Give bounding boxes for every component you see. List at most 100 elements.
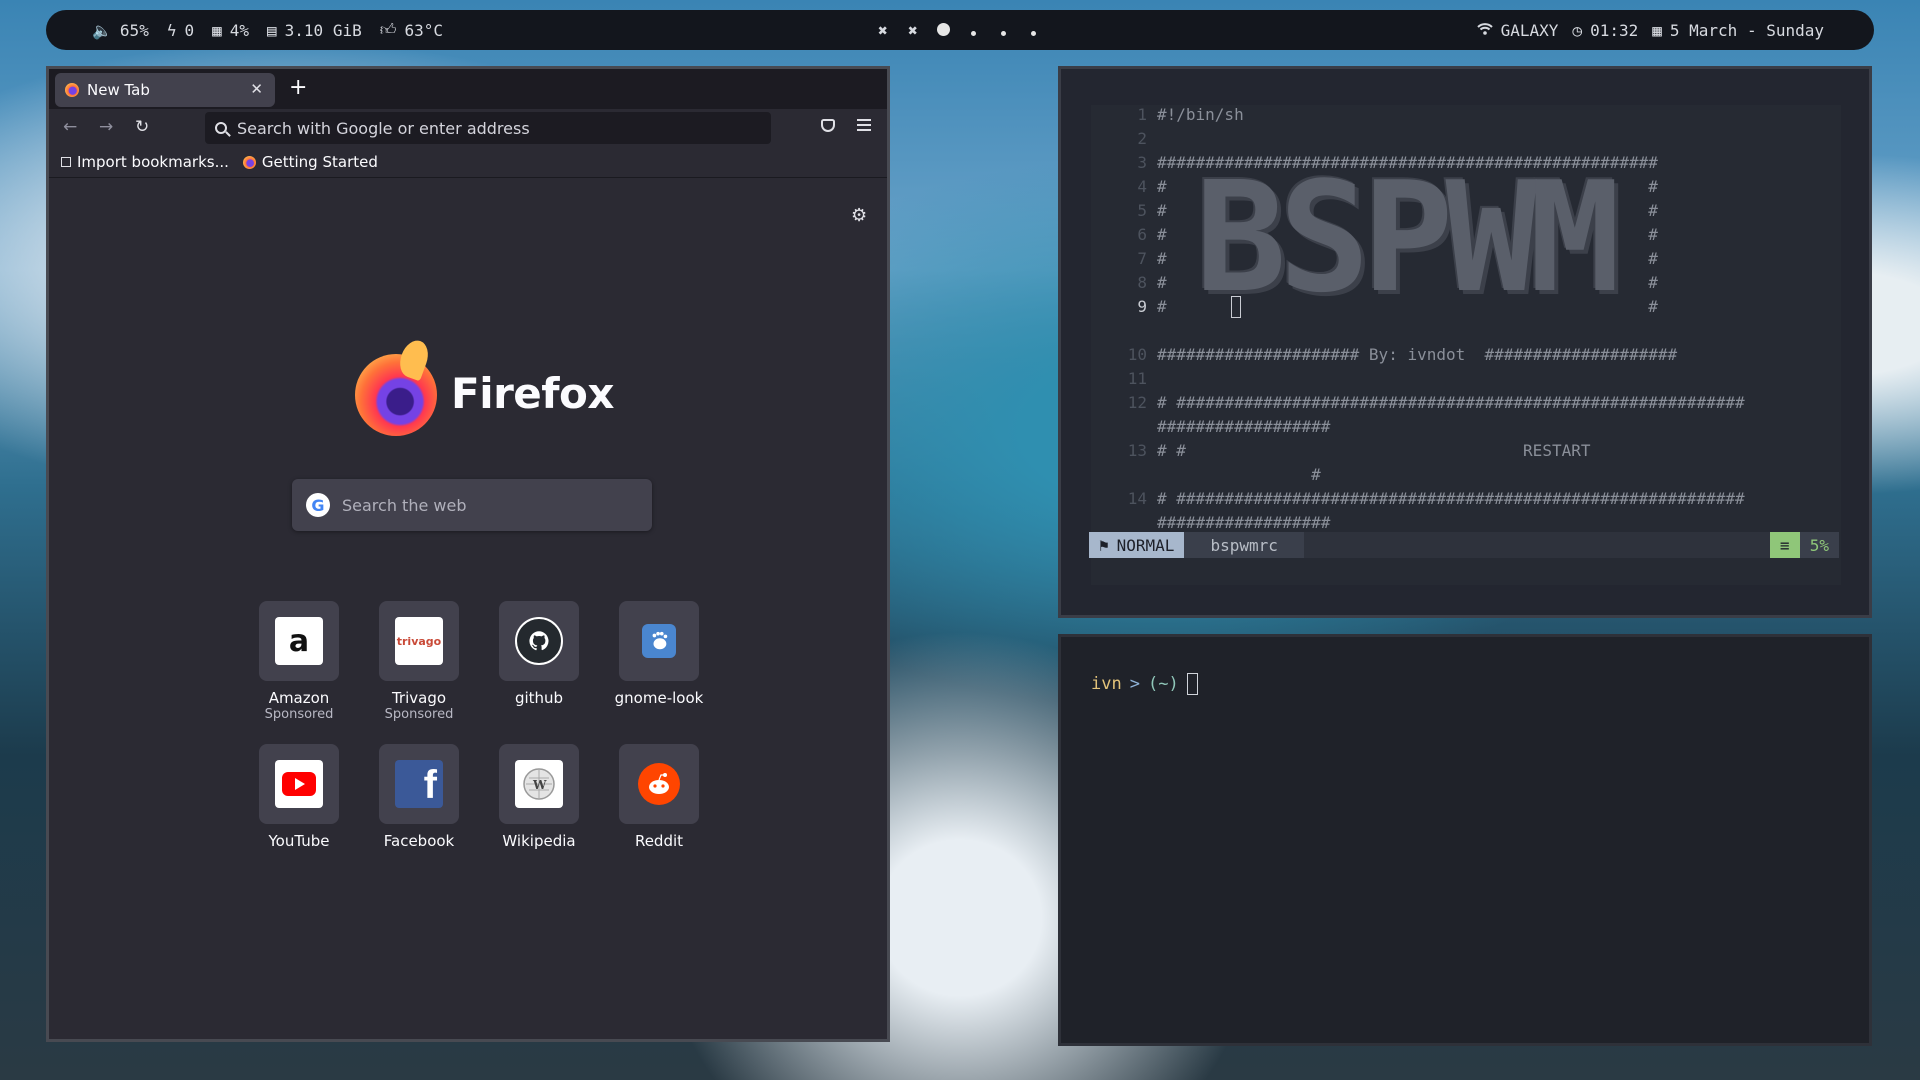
workspace-5[interactable] bbox=[996, 21, 1010, 40]
document-lines-icon: ≡ bbox=[1769, 532, 1800, 558]
status-bar: 🔈 65% ϟ 0 ▦ 4% ▤ 3.10 GiB 👍︎ 63°C ✖ ✖ GA… bbox=[46, 10, 1874, 50]
tab-strip: New Tab ✕ + bbox=[49, 69, 887, 109]
volume-icon: 🔈 bbox=[92, 20, 112, 40]
tab-title: New Tab bbox=[87, 81, 150, 99]
cpu-module: ▦ 4% bbox=[212, 21, 249, 40]
vim-mode-text: NORMAL bbox=[1116, 535, 1175, 555]
navigation-toolbar: ← → ↻ Search with Google or enter addres… bbox=[49, 109, 887, 147]
shell-prompt[interactable]: ivn > (~) bbox=[1091, 673, 1198, 695]
bookmark-label: Import bookmarks... bbox=[77, 153, 229, 171]
temperature-module: 👍︎ 63°C bbox=[380, 20, 443, 40]
vim-statusline: ⚑ NORMAL bspwmrc ≡ 5% bbox=[1089, 532, 1839, 558]
volume-value: 65% bbox=[119, 20, 149, 40]
search-icon bbox=[215, 122, 227, 134]
tile-label: Reddit bbox=[634, 832, 684, 850]
clock-time: 01:32 bbox=[1590, 20, 1639, 40]
workspace-3-active[interactable] bbox=[936, 21, 950, 40]
github-icon bbox=[515, 617, 563, 665]
workspace-6[interactable] bbox=[1026, 21, 1040, 40]
bookmark-label: Getting Started bbox=[261, 153, 378, 171]
memory-module: ▤ 3.10 GiB bbox=[267, 21, 362, 40]
amazon-icon: a bbox=[275, 617, 323, 665]
clock-module: ◷ 01:32 bbox=[1572, 21, 1638, 40]
top-site-github[interactable]: github bbox=[479, 601, 599, 722]
address-bar[interactable]: Search with Google or enter address bbox=[205, 112, 771, 144]
cpu-icon: ▦ bbox=[212, 20, 222, 40]
code-line: 10 ##################### By: ivndot #####… bbox=[1127, 345, 1678, 364]
sponsored-label: Sponsored bbox=[384, 707, 454, 722]
trivago-icon: trivago bbox=[395, 617, 443, 665]
forward-arrow-icon[interactable]: → bbox=[99, 117, 113, 137]
wikipedia-globe-icon: W bbox=[515, 760, 563, 808]
top-site-wikipedia[interactable]: W Wikipedia bbox=[479, 744, 599, 850]
tile-label: YouTube bbox=[268, 832, 330, 850]
terminal-cursor bbox=[1186, 673, 1198, 695]
vim-scroll-percent: 5% bbox=[1799, 532, 1839, 558]
close-tab-icon[interactable]: ✕ bbox=[250, 80, 263, 98]
code-line: 12 # ####################################… bbox=[1127, 393, 1745, 412]
back-arrow-icon[interactable]: ← bbox=[63, 117, 77, 137]
top-site-facebook[interactable]: f Facebook bbox=[359, 744, 479, 850]
svg-text:W: W bbox=[532, 778, 547, 792]
workspace-indicator: ✖ ✖ bbox=[876, 10, 1040, 50]
power-module: ϟ 0 bbox=[167, 21, 194, 40]
top-site-gnome-look[interactable]: gnome-look bbox=[599, 601, 719, 722]
power-value: 0 bbox=[184, 20, 195, 40]
top-site-youtube[interactable]: YouTube bbox=[239, 744, 359, 850]
code-line: 1 #!/bin/sh bbox=[1137, 105, 1244, 124]
firefox-favicon-icon bbox=[65, 83, 79, 97]
code-line: 11 bbox=[1127, 369, 1147, 388]
code-line: 13 # # RESTART bbox=[1127, 441, 1591, 460]
code-line: 14 # ####################################… bbox=[1127, 489, 1745, 508]
top-site-trivago[interactable]: trivago Trivago Sponsored bbox=[359, 601, 479, 722]
google-icon: G bbox=[306, 493, 330, 517]
tile-label: Wikipedia bbox=[502, 832, 576, 850]
workspace-1-close-icon[interactable]: ✖ bbox=[876, 21, 890, 40]
reload-icon[interactable]: ↻ bbox=[135, 117, 149, 137]
reddit-icon bbox=[638, 763, 680, 805]
address-placeholder: Search with Google or enter address bbox=[237, 118, 530, 138]
prompt-user: ivn bbox=[1091, 674, 1122, 694]
tab-new-tab[interactable]: New Tab ✕ bbox=[55, 73, 275, 107]
bookmark-getting-started[interactable]: Getting Started bbox=[242, 153, 378, 171]
firefox-logo-icon bbox=[355, 354, 437, 436]
firefox-favicon-icon bbox=[242, 155, 256, 169]
code-line-wrap: ################## bbox=[1157, 417, 1331, 436]
youtube-icon bbox=[275, 760, 323, 808]
volume-module[interactable]: 🔈 65% bbox=[92, 21, 149, 40]
memory-icon: ▤ bbox=[267, 20, 277, 40]
bookmark-import[interactable]: Import bookmarks... bbox=[61, 153, 229, 171]
code-line: 2 bbox=[1137, 129, 1147, 148]
prompt-directory: (~) bbox=[1147, 674, 1179, 694]
code-line-wrap: # bbox=[1157, 465, 1321, 484]
wifi-module[interactable]: GALAXY bbox=[1476, 21, 1558, 40]
terminal-window[interactable]: ivn > (~) bbox=[1058, 634, 1872, 1046]
date-module: ▦ 5 March - Sunday bbox=[1652, 21, 1824, 40]
facebook-icon: f bbox=[395, 760, 443, 808]
gear-icon[interactable]: ⚙ bbox=[851, 205, 867, 226]
gnome-foot-icon bbox=[642, 624, 676, 658]
menu-icon[interactable] bbox=[857, 119, 871, 134]
cpu-value: 4% bbox=[229, 20, 250, 40]
new-tab-plus-icon[interactable]: + bbox=[289, 75, 307, 100]
tile-label: gnome-look bbox=[614, 689, 704, 707]
thumbs-up-icon: 👍︎ bbox=[379, 20, 397, 39]
prompt-arrow: > bbox=[1129, 674, 1140, 694]
top-site-reddit[interactable]: Reddit bbox=[599, 744, 719, 850]
top-site-amazon[interactable]: a Amazon Sponsored bbox=[239, 601, 359, 722]
top-sites-grid: a Amazon Sponsored trivago Trivago Spons… bbox=[239, 601, 719, 850]
workspace-2-close-icon[interactable]: ✖ bbox=[906, 21, 920, 40]
bspwm-ascii-art: BSPWM bbox=[1195, 149, 1621, 326]
workspace-4[interactable] bbox=[966, 21, 980, 40]
sponsored-label: Sponsored bbox=[264, 707, 334, 722]
tile-label: Amazon bbox=[268, 689, 330, 707]
firefox-wordmark: Firefox bbox=[451, 369, 615, 418]
date-text: 5 March - Sunday bbox=[1669, 20, 1824, 40]
tile-label: Facebook bbox=[383, 832, 455, 850]
vim-filename: bspwmrc bbox=[1184, 532, 1304, 558]
web-search-input[interactable]: G Search the web bbox=[292, 479, 652, 531]
vim-cursor bbox=[1231, 296, 1241, 318]
pocket-icon[interactable] bbox=[821, 119, 835, 132]
tile-label: github bbox=[514, 689, 564, 707]
vim-mode-indicator: ⚑ NORMAL bbox=[1089, 532, 1185, 558]
